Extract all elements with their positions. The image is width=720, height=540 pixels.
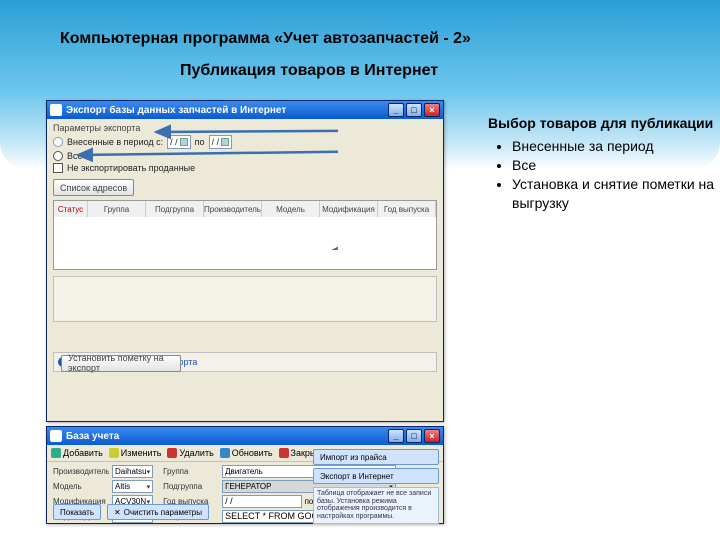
col-group[interactable]: Группа xyxy=(88,201,146,217)
window-title: База учета xyxy=(66,431,119,442)
radio-all-label: Все xyxy=(67,151,83,161)
show-button[interactable]: Показать xyxy=(53,504,101,520)
callout-list: Внесенные за период Все Установка и снят… xyxy=(512,137,718,213)
check-skip-sold[interactable] xyxy=(53,163,63,173)
minimize-button[interactable]: _ xyxy=(388,103,404,117)
reset-button[interactable]: ✕Очистить параметры xyxy=(107,504,209,520)
check-skip-sold-label: Не экспортировать проданные xyxy=(67,163,195,173)
close-button[interactable]: × xyxy=(424,429,440,443)
callout-item: Внесенные за период xyxy=(512,137,718,156)
data-grid[interactable]: Статус Группа Подгруппа Производитель Мо… xyxy=(53,200,437,270)
minimize-button[interactable]: _ xyxy=(388,429,404,443)
callout-item: Все xyxy=(512,156,718,175)
radio-period[interactable] xyxy=(53,137,63,147)
year-from[interactable]: / / xyxy=(222,495,301,508)
export-internet-button[interactable]: Экспорт в Интернет xyxy=(313,468,439,484)
edit-button[interactable]: Изменить xyxy=(109,448,162,458)
callout-title: Выбор товаров для публикации xyxy=(488,114,718,133)
import-price-button[interactable]: Импорт из прайса xyxy=(313,449,439,465)
callout-item: Установка и снятие пометки на выгрузку xyxy=(512,175,718,213)
base-window: База учета _ □ × Добавить Изменить Удали… xyxy=(46,426,444,524)
manufacturer-select[interactable]: Daihatsu▾ xyxy=(112,465,153,478)
date-to-label: по xyxy=(195,137,205,147)
app-icon xyxy=(50,104,62,116)
titlebar[interactable]: База учета _ □ × xyxy=(47,427,443,445)
col-year[interactable]: Год выпуска xyxy=(378,201,436,217)
radio-all[interactable] xyxy=(53,151,63,161)
app-icon xyxy=(50,430,62,442)
addresses-button[interactable]: Список адресов xyxy=(53,179,134,196)
date-from[interactable]: / / xyxy=(167,135,191,149)
slide-heading-1: Компьютерная программа «Учет автозапчаст… xyxy=(60,30,471,48)
add-button[interactable]: Добавить xyxy=(51,448,103,458)
group-label: Параметры экспорта xyxy=(53,123,437,133)
col-manufacturer[interactable]: Производитель xyxy=(204,201,262,217)
col-subgroup[interactable]: Подгруппа xyxy=(146,201,204,217)
col-modification[interactable]: Модификация xyxy=(320,201,378,217)
callout-block: Выбор товаров для публикации Внесенные з… xyxy=(488,114,718,212)
col-model[interactable]: Модель xyxy=(262,201,320,217)
calendar-icon[interactable] xyxy=(221,138,229,146)
maximize-button[interactable]: □ xyxy=(406,103,422,117)
titlebar[interactable]: Экспорт базы данных запчастей в Интернет… xyxy=(47,101,443,119)
close-button[interactable]: × xyxy=(424,103,440,117)
model-select[interactable]: Altis▾ xyxy=(112,480,153,493)
maximize-button[interactable]: □ xyxy=(406,429,422,443)
refresh-button[interactable]: Обновить xyxy=(220,448,273,458)
radio-period-label: Внесенные в период с: xyxy=(67,137,163,147)
slide-heading-2: Публикация товаров в Интернет xyxy=(180,62,438,80)
hint-text: Таблица отображает не все записи базы. У… xyxy=(313,487,439,524)
mark-export-button[interactable]: Установить пометку на экспорт xyxy=(61,355,181,372)
date-to[interactable]: / / xyxy=(209,135,233,149)
col-status[interactable]: Статус xyxy=(54,201,88,217)
delete-button[interactable]: Удалить xyxy=(167,448,213,458)
window-title: Экспорт базы данных запчастей в Интернет xyxy=(66,105,286,116)
calendar-icon[interactable] xyxy=(180,138,188,146)
export-window: Экспорт базы данных запчастей в Интернет… xyxy=(46,100,444,422)
